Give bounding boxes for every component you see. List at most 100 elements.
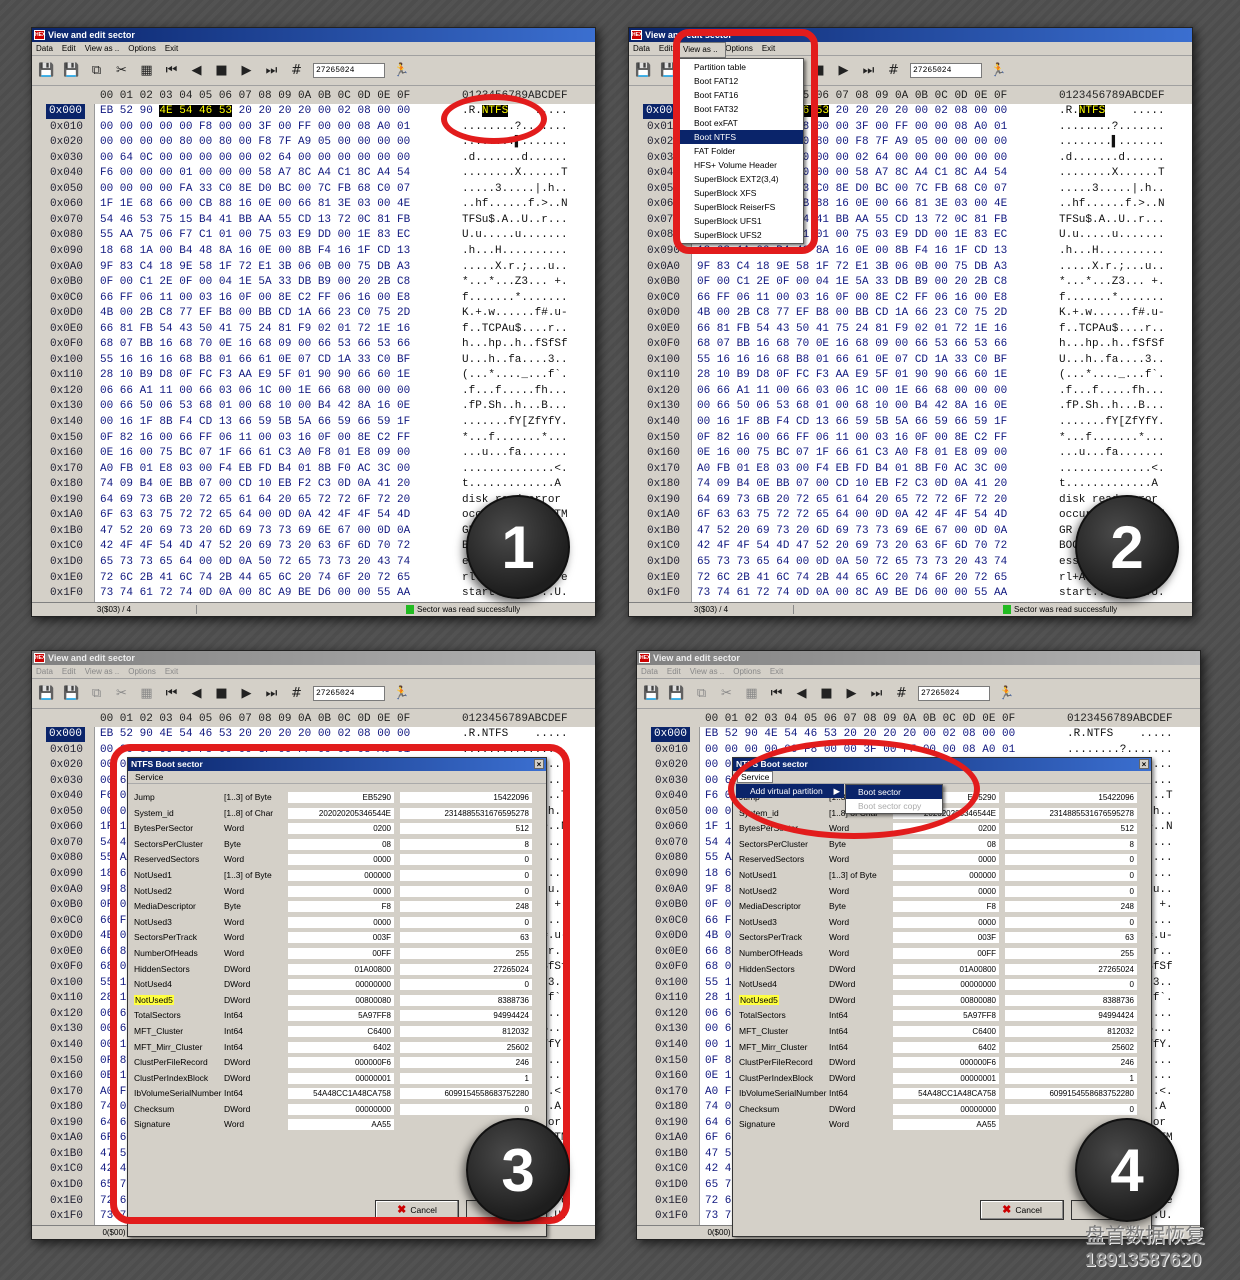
hex-row[interactable]: 0x0A0 9F 83 C4 18 9E 58 1F 72 E1 3B 06 0B… bbox=[629, 260, 1192, 275]
row-hex[interactable]: 64 69 73 6B 20 72 65 61 64 20 65 72 72 6… bbox=[100, 493, 410, 508]
hex-row[interactable]: 0x160 0E 16 00 75 BC 07 1F 66 61 C3 A0 F8… bbox=[629, 446, 1192, 461]
goto-sector-icon[interactable]: # bbox=[885, 62, 902, 79]
menu-exit[interactable]: Exit bbox=[165, 44, 178, 53]
row-hex[interactable]: 68 07 BB 16 68 70 0E 16 68 09 00 66 53 6… bbox=[100, 337, 410, 352]
last-sector-icon[interactable]: ⏭ bbox=[263, 685, 280, 702]
stop-icon[interactable]: ■ bbox=[213, 685, 230, 702]
hex-row[interactable]: 0x030 00 64 0C 00 00 00 00 00 02 64 00 00… bbox=[32, 151, 595, 166]
field-dec-value[interactable]: 27265024 bbox=[1005, 963, 1137, 975]
hex-row[interactable]: 0x000EB 52 90 4E 54 46 53 20 20 20 20 00… bbox=[637, 727, 1200, 742]
hex-row[interactable]: 0x050 00 00 00 00 FA 33 C0 8E D0 BC 00 7C… bbox=[32, 182, 595, 197]
row-hex[interactable]: EB 52 90 4E 54 46 53 20 20 20 20 00 02 0… bbox=[100, 727, 410, 742]
row-hex[interactable]: A0 FB 01 E8 03 00 F4 EB FD B4 01 8B F0 A… bbox=[697, 462, 1007, 477]
field-dec-value[interactable]: 94994424 bbox=[1005, 1010, 1137, 1022]
row-hex[interactable]: 0E 16 00 75 BC 07 1F 66 61 C3 A0 F8 01 E… bbox=[100, 446, 410, 461]
row-hex[interactable]: 00 66 50 06 53 68 01 00 68 10 00 B4 42 8… bbox=[100, 399, 410, 414]
field-dec-value[interactable]: 8 bbox=[1005, 838, 1137, 850]
save-as-icon[interactable]: 💾 bbox=[668, 685, 685, 702]
row-ascii[interactable]: ..hf......f.>..N bbox=[462, 197, 568, 212]
dialog-close-button[interactable]: × bbox=[1139, 759, 1149, 769]
row-hex[interactable]: F6 00 00 00 01 00 00 00 58 A7 8C A4 C1 8… bbox=[100, 166, 410, 181]
hex-row[interactable]: 0x080 55 AA 75 06 F7 C1 01 00 75 03 E9 DD… bbox=[32, 228, 595, 243]
row-ascii[interactable]: *...*...Z3... +. bbox=[462, 275, 568, 290]
field-hex-value[interactable]: 54A48CC1A48CA758 bbox=[893, 1088, 999, 1100]
first-sector-icon[interactable]: ⏮ bbox=[768, 685, 785, 702]
field-hex-value[interactable]: 01A00800 bbox=[893, 963, 999, 975]
row-ascii[interactable]: .f...f.....fh... bbox=[462, 384, 568, 399]
prev-sector-icon[interactable]: ◀ bbox=[188, 62, 205, 79]
field-dec-value[interactable]: 8388736 bbox=[1005, 994, 1137, 1006]
hex-row[interactable]: 0x100 55 16 16 16 68 B8 01 66 61 0E 07 CD… bbox=[629, 353, 1192, 368]
row-hex[interactable]: 65 73 73 65 64 00 0D 0A 50 72 65 73 73 2… bbox=[100, 555, 410, 570]
sector-number-input[interactable]: 27265024 bbox=[918, 686, 990, 701]
row-hex[interactable]: 6F 63 63 75 72 72 65 64 00 0D 0A 42 4F 4… bbox=[697, 508, 1007, 523]
row-hex[interactable]: 06 66 A1 11 00 66 03 06 1C 00 1E 66 68 0… bbox=[100, 384, 410, 399]
row-ascii[interactable]: t.............A bbox=[1059, 477, 1165, 492]
menu-edit[interactable]: Edit bbox=[62, 44, 76, 53]
field-hex-value[interactable]: 003F bbox=[893, 932, 999, 944]
row-ascii[interactable]: ...u...fa....... bbox=[1059, 446, 1165, 461]
row-ascii[interactable]: *...*...Z3... +. bbox=[1059, 275, 1165, 290]
field-hex-value[interactable]: 0000 bbox=[893, 885, 999, 897]
hex-row[interactable]: 0x110 28 10 B9 D8 0F FC F3 AA E9 5F 01 90… bbox=[629, 368, 1192, 383]
row-ascii[interactable]: f.......*....... bbox=[1059, 291, 1165, 306]
hex-row[interactable]: 0x140 00 16 1F 8B F4 CD 13 66 59 5B 5A 66… bbox=[32, 415, 595, 430]
row-hex[interactable]: 9F 83 C4 18 9E 58 1F 72 E1 3B 06 0B 00 7… bbox=[697, 260, 1007, 275]
row-hex[interactable]: 64 69 73 6B 20 72 65 61 64 20 65 72 72 6… bbox=[697, 493, 1007, 508]
row-hex[interactable]: 54 46 53 75 15 B4 41 BB AA 55 CD 13 72 0… bbox=[100, 213, 410, 228]
row-ascii[interactable]: .d.......d...... bbox=[1059, 151, 1165, 166]
hex-row[interactable]: 0x0C0 66 FF 06 11 00 03 16 0F 00 8E C2 FF… bbox=[32, 291, 595, 306]
field-hex-value[interactable]: AA55 bbox=[893, 1119, 999, 1131]
field-dec-value[interactable]: 255 bbox=[1005, 947, 1137, 959]
field-dec-value[interactable]: 248 bbox=[1005, 901, 1137, 913]
row-ascii[interactable]: t.............A bbox=[462, 477, 568, 492]
field-hex-value[interactable]: 6402 bbox=[893, 1041, 999, 1053]
stop-icon[interactable]: ■ bbox=[818, 685, 835, 702]
hex-row[interactable]: 0x060 1F 1E 68 66 00 CB 88 16 0E 00 66 81… bbox=[32, 197, 595, 212]
field-hex-value[interactable]: 08 bbox=[893, 838, 999, 850]
row-hex[interactable]: 4B 00 2B C8 77 EF B8 00 BB CD 1A 66 23 C… bbox=[100, 306, 410, 321]
first-sector-icon[interactable]: ⏮ bbox=[163, 62, 180, 79]
row-ascii[interactable]: .R.NTFS ..... bbox=[462, 727, 568, 742]
save-icon[interactable]: 💾 bbox=[38, 685, 55, 702]
sector-number-input[interactable]: 27265024 bbox=[313, 63, 385, 78]
row-hex[interactable]: 0F 00 C1 2E 0F 00 04 1E 5A 33 DB B9 00 2… bbox=[100, 275, 410, 290]
menu-data[interactable]: Data bbox=[641, 667, 658, 676]
row-hex[interactable]: 00 16 1F 8B F4 CD 13 66 59 5B 5A 66 59 6… bbox=[697, 415, 1007, 430]
row-ascii[interactable]: .......fY[ZfYfY. bbox=[1059, 415, 1165, 430]
row-ascii[interactable]: ...u...fa....... bbox=[462, 446, 568, 461]
field-hex-value[interactable]: 0000 bbox=[893, 916, 999, 928]
hex-row[interactable]: 0x140 00 16 1F 8B F4 CD 13 66 59 5B 5A 66… bbox=[629, 415, 1192, 430]
field-dec-value[interactable]: 246 bbox=[1005, 1057, 1137, 1069]
menu-data[interactable]: Data bbox=[36, 44, 53, 53]
prev-sector-icon[interactable]: ◀ bbox=[188, 685, 205, 702]
row-ascii[interactable]: TFSu$.A..U..r... bbox=[1059, 213, 1165, 228]
row-hex[interactable]: 73 74 61 72 74 0D 0A 00 8C A9 BE D6 00 0… bbox=[100, 586, 410, 601]
row-ascii[interactable]: ........?....... bbox=[1067, 743, 1173, 758]
menu-edit[interactable]: Edit bbox=[62, 667, 76, 676]
copy-icon[interactable]: ⧉ bbox=[88, 685, 105, 702]
hex-row[interactable]: 0x0B0 0F 00 C1 2E 0F 00 04 1E 5A 33 DB B9… bbox=[32, 275, 595, 290]
row-hex[interactable]: 47 52 20 69 73 20 6D 69 73 73 69 6E 67 0… bbox=[100, 524, 410, 539]
hex-row[interactable]: 0x0B0 0F 00 C1 2E 0F 00 04 1E 5A 33 DB B9… bbox=[629, 275, 1192, 290]
row-ascii[interactable]: K.+.w......f#.u- bbox=[1059, 306, 1165, 321]
row-hex[interactable]: 00 16 1F 8B F4 CD 13 66 59 5B 5A 66 59 6… bbox=[100, 415, 410, 430]
row-ascii[interactable]: ........X......T bbox=[1059, 166, 1165, 181]
row-hex[interactable]: A0 FB 01 E8 03 00 F4 EB FD B4 01 8B F0 A… bbox=[100, 462, 410, 477]
row-ascii[interactable]: U.u.....u....... bbox=[462, 228, 568, 243]
row-hex[interactable]: 47 52 20 69 73 20 6D 69 73 73 69 6E 67 0… bbox=[697, 524, 1007, 539]
field-hex-value[interactable]: 0000 bbox=[893, 854, 999, 866]
row-hex[interactable]: 72 6C 2B 41 6C 74 2B 44 65 6C 20 74 6F 2… bbox=[100, 571, 410, 586]
row-hex[interactable]: 0F 82 16 00 66 FF 06 11 00 03 16 0F 00 8… bbox=[697, 431, 1007, 446]
hex-row[interactable]: 0x040 F6 00 00 00 01 00 00 00 58 A7 8C A4… bbox=[32, 166, 595, 181]
hex-row[interactable]: 0x170 A0 FB 01 E8 03 00 F4 EB FD B4 01 8B… bbox=[32, 462, 595, 477]
hex-row[interactable]: 0x170 A0 FB 01 E8 03 00 F4 EB FD B4 01 8B… bbox=[629, 462, 1192, 477]
field-dec-value[interactable]: 0 bbox=[1005, 979, 1137, 991]
exit-run-icon[interactable]: 🏃 bbox=[393, 685, 410, 702]
field-hex-value[interactable]: C6400 bbox=[893, 1025, 999, 1037]
row-hex[interactable]: 55 16 16 16 68 B8 01 66 61 0E 07 CD 1A 3… bbox=[697, 353, 1007, 368]
sector-number-input[interactable]: 27265024 bbox=[910, 63, 982, 78]
row-ascii[interactable]: .R.NTFS ..... bbox=[1059, 104, 1165, 119]
row-hex[interactable]: 28 10 B9 D8 0F FC F3 AA E9 5F 01 90 90 6… bbox=[697, 368, 1007, 383]
field-hex-value[interactable]: 00FF bbox=[893, 947, 999, 959]
